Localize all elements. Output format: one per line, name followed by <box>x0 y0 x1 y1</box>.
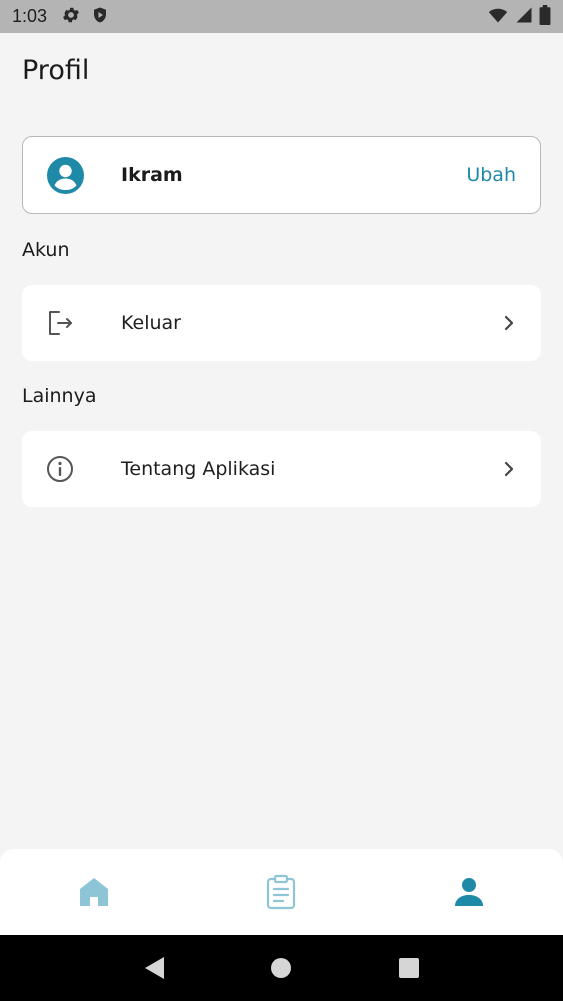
wifi-icon <box>487 5 509 29</box>
profile-screen: 1:03 Profil Ikram Ubah Akun Keluar Lainn… <box>0 0 563 1001</box>
recents-square-icon <box>399 958 420 978</box>
battery-icon <box>539 4 551 29</box>
home-button[interactable] <box>261 948 301 988</box>
menu-item-about[interactable]: Tentang Aplikasi <box>22 431 541 507</box>
nav-home[interactable] <box>64 862 124 922</box>
nav-profile[interactable] <box>439 862 499 922</box>
status-time: 1:03 <box>12 6 48 26</box>
logout-icon <box>46 309 74 337</box>
signal-icon <box>515 5 533 29</box>
shield-icon <box>91 5 109 29</box>
section-label-account: Akun <box>22 239 70 261</box>
menu-item-logout[interactable]: Keluar <box>22 285 541 361</box>
chevron-right-icon <box>501 315 517 331</box>
back-triangle-icon <box>144 957 164 979</box>
profile-card: Ikram Ubah <box>22 136 541 214</box>
profile-name: Ikram <box>121 164 183 186</box>
home-icon <box>79 878 108 906</box>
avatar <box>47 156 84 194</box>
page-title: Profil <box>22 55 90 86</box>
menu-item-label: Keluar <box>121 312 181 334</box>
menu-item-label: Tentang Aplikasi <box>121 458 276 480</box>
bottom-nav <box>0 849 563 935</box>
back-button[interactable] <box>134 948 174 988</box>
gear-icon <box>61 5 81 29</box>
user-circle-icon <box>47 156 84 194</box>
nav-history[interactable] <box>251 862 311 922</box>
info-icon <box>46 455 74 483</box>
section-label-others: Lainnya <box>22 385 97 407</box>
person-icon <box>455 878 484 906</box>
status-bar: 1:03 <box>0 0 563 33</box>
chevron-right-icon <box>501 461 517 477</box>
home-circle-icon <box>271 958 292 978</box>
clipboard-icon <box>267 874 296 910</box>
system-nav-bar <box>0 935 563 1001</box>
edit-profile-button[interactable]: Ubah <box>466 164 516 186</box>
recents-button[interactable] <box>389 948 429 988</box>
